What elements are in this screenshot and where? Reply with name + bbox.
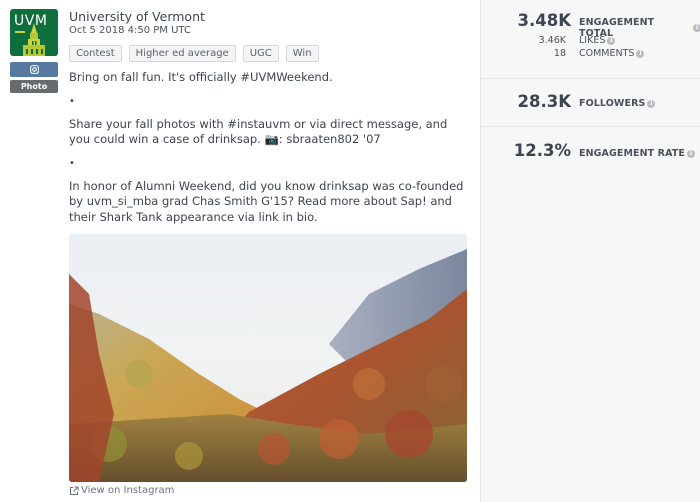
likes-value: 3.46K — [538, 35, 566, 46]
likes-label-text: LIKES — [579, 35, 606, 46]
followers-label: FOLLOWERS i — [579, 98, 656, 109]
post-card: UVM Photo University of Vermont Oct 5 20… — [0, 0, 480, 502]
view-on-instagram-link[interactable]: View on Instagram — [69, 485, 174, 496]
engagement-total-value: 3.48K — [517, 11, 572, 30]
metric-followers: 28.3K FOLLOWERS i — [481, 79, 700, 127]
tag[interactable]: Higher ed average — [128, 45, 236, 62]
post-timestamp: Oct 5 2018 4:50 PM UTC — [69, 25, 191, 36]
caption-line: Bring on fall fun. It's officially #UVMW… — [69, 70, 333, 84]
comments-label: COMMENTS i — [579, 48, 645, 59]
tag[interactable]: UGC — [242, 45, 279, 62]
engagement-rate-label-text: ENGAGEMENT RATE — [579, 148, 685, 159]
landscape-photo — [69, 234, 467, 482]
followers-value: 28.3K — [517, 92, 572, 111]
info-icon[interactable]: i — [686, 149, 695, 158]
instagram-icon — [29, 65, 39, 74]
info-icon[interactable]: i — [693, 24, 700, 32]
post-image[interactable] — [69, 234, 467, 482]
comments-value: 18 — [553, 48, 566, 59]
tag-list: Contest Higher ed average UGC Win — [69, 45, 319, 62]
info-icon[interactable]: i — [636, 49, 645, 58]
account-name: University of Vermont — [69, 9, 205, 24]
caption-separator: • — [69, 95, 75, 107]
engagement-rate-label: ENGAGEMENT RATE i — [579, 148, 695, 159]
caption-separator: • — [69, 157, 75, 169]
caption-line: Share your fall photos with #instauvm or… — [69, 116, 448, 147]
engagement-rate-value: 12.3% — [513, 141, 571, 160]
likes-label: LIKES i — [579, 35, 616, 46]
view-link-label: View on Instagram — [81, 485, 175, 496]
network-badge — [10, 62, 58, 77]
external-link-icon — [70, 486, 79, 495]
caption-line: In honor of Alumni Weekend, did you know… — [69, 178, 464, 224]
followers-label-text: FOLLOWERS — [579, 98, 646, 109]
tag[interactable]: Contest — [69, 45, 122, 62]
metrics-sidebar: 3.48K ENGAGEMENT TOTAL i 3.46K LIKES i 1… — [480, 0, 700, 502]
info-icon[interactable]: i — [607, 36, 616, 45]
post-caption: Bring on fall fun. It's officially #UVMW… — [69, 70, 469, 225]
account-avatar[interactable]: UVM — [10, 9, 58, 56]
uvm-tower-icon — [23, 23, 45, 56]
info-icon[interactable]: i — [647, 99, 656, 108]
comments-label-text: COMMENTS — [579, 48, 635, 59]
tag[interactable]: Win — [285, 45, 319, 62]
metric-engagement-total: 3.48K ENGAGEMENT TOTAL i 3.46K LIKES i 1… — [481, 0, 700, 79]
post-type-badge: Photo — [10, 80, 58, 93]
metric-engagement-rate: 12.3% ENGAGEMENT RATE i — [481, 127, 700, 177]
